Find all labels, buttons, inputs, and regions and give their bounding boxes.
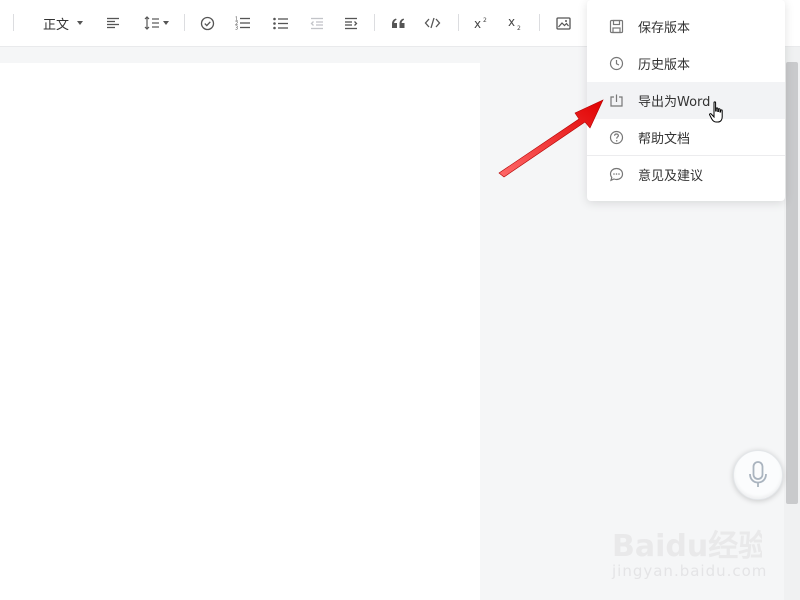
- indent-icon[interactable]: [341, 12, 361, 34]
- menu-item-save-version[interactable]: 保存版本: [587, 8, 785, 45]
- feedback-icon: [609, 167, 624, 182]
- superscript-icon[interactable]: x2: [471, 12, 491, 34]
- clock-icon: [609, 56, 624, 71]
- annotation-arrow: [498, 99, 604, 178]
- menu-item-label: 导出为Word: [638, 95, 711, 110]
- document-page[interactable]: [0, 63, 480, 600]
- menu-item-help-docs[interactable]: 帮助文档: [587, 119, 785, 156]
- svg-text:x: x: [474, 17, 481, 30]
- menu-item-label: 意见及建议: [638, 169, 704, 184]
- scrollbar-thumb[interactable]: [786, 62, 798, 504]
- svg-text:2: 2: [483, 17, 487, 24]
- help-icon: [609, 130, 624, 145]
- menu-item-export-word[interactable]: 导出为Word: [587, 82, 785, 119]
- align-left-icon[interactable]: [104, 12, 122, 34]
- code-icon[interactable]: [421, 12, 443, 34]
- menu-item-version-history[interactable]: 历史版本: [587, 45, 785, 82]
- paragraph-style-dropdown[interactable]: 正文: [40, 12, 86, 34]
- bullet-list-icon[interactable]: [271, 12, 291, 34]
- menu-item-feedback[interactable]: 意见及建议: [587, 156, 785, 193]
- export-icon: [610, 94, 623, 107]
- menu-item-label: 保存版本: [638, 21, 691, 36]
- quote-icon[interactable]: [387, 12, 409, 34]
- microphone-icon: [749, 461, 767, 487]
- save-icon: [609, 19, 624, 34]
- menu-item-label: 历史版本: [638, 58, 691, 73]
- svg-text:2: 2: [517, 25, 521, 31]
- image-icon[interactable]: [553, 12, 573, 34]
- chevron-down-icon: [162, 21, 169, 25]
- watermark-logo: Baidu经验: [612, 529, 762, 562]
- outdent-icon[interactable]: [307, 12, 327, 34]
- microphone-button[interactable]: [733, 450, 783, 500]
- svg-text:x: x: [508, 15, 515, 29]
- toolbar-divider: [539, 14, 540, 31]
- svg-text:3: 3: [235, 26, 238, 31]
- toolbar-divider: [458, 14, 459, 31]
- ordered-list-icon[interactable]: 123: [233, 12, 253, 34]
- line-height-dropdown[interactable]: [142, 12, 170, 34]
- more-options-menu: 保存版本 历史版本 导出为Word 帮助文档 意见及建议: [587, 0, 785, 201]
- menu-item-label: 帮助文档: [638, 132, 691, 147]
- toolbar-divider: [184, 14, 185, 31]
- hand-cursor-icon: [709, 101, 723, 123]
- watermark-url: jingyan.baidu.com: [612, 562, 768, 580]
- line-height-icon: [144, 16, 159, 30]
- chevron-down-icon: [77, 21, 83, 25]
- toolbar-divider: [13, 14, 14, 31]
- watermark-brand: Baidu经验: [612, 529, 762, 562]
- subscript-icon[interactable]: x2: [505, 12, 525, 34]
- paragraph-style-label: 正文: [42, 17, 69, 33]
- toolbar-divider: [374, 14, 375, 31]
- todo-icon[interactable]: [197, 12, 217, 34]
